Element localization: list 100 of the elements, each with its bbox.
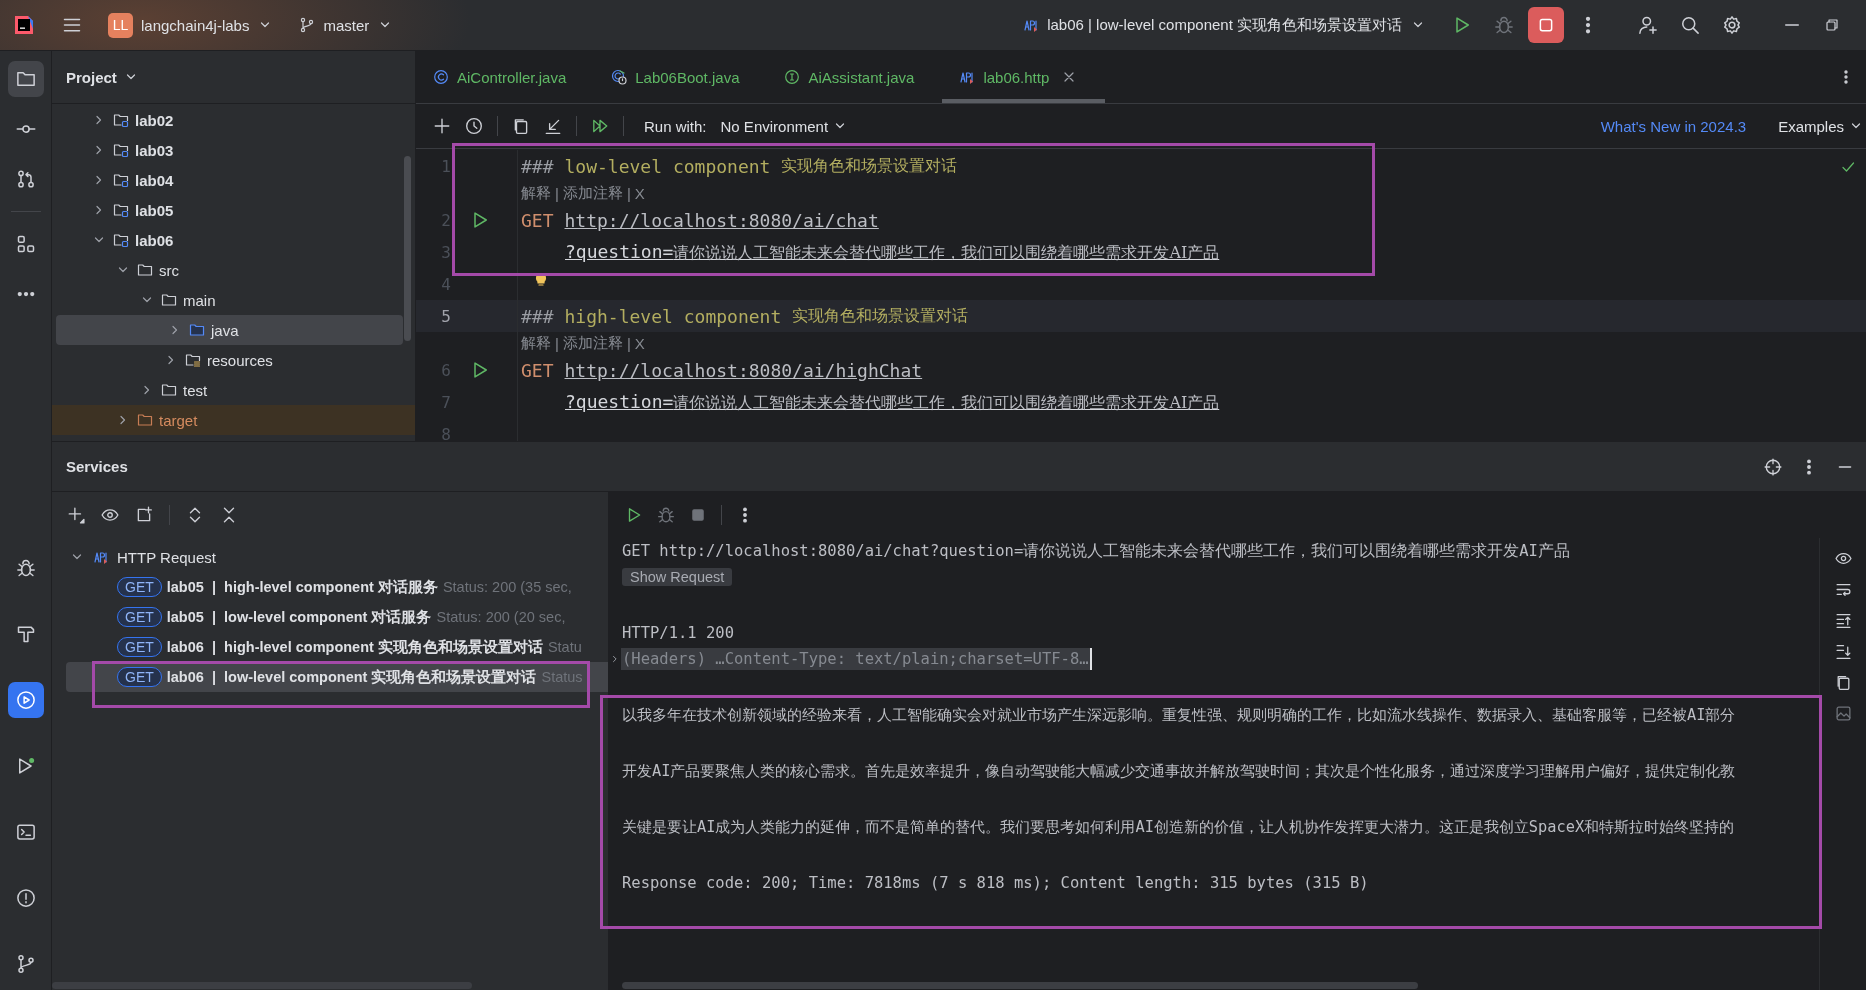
app-logo-icon[interactable] [14,15,34,35]
stop-icon[interactable] [1528,7,1564,43]
run-configuration-selector[interactable]: lab06 | low-level component 实现角色和场景设置对话 [1023,15,1426,35]
folder-icon [113,172,129,188]
folder-icon [113,112,129,128]
folder-icon [113,202,129,218]
branch-selector[interactable]: master [299,16,394,34]
crosshair-icon[interactable] [1764,457,1782,476]
tree-item[interactable]: resources [52,345,401,375]
wrap-icon[interactable] [1834,581,1852,598]
environment-dropdown[interactable]: No Environment [720,117,849,135]
class-icon [611,69,628,85]
inlay-hint-link[interactable]: 添加注释 [562,183,623,203]
scroll-down-icon[interactable] [1834,643,1852,660]
request-title: low-level component [564,155,771,177]
response-text: 开发AI产品要聚焦人类的核心需求。首先是效率提升，像自动驾驶能大幅减少交通事故并解放驾驶时间；其次是个性化服务，通过深度学习理解用户偏好，提供定制化教 [622,760,1737,782]
tree-item[interactable]: lab06 [52,225,401,255]
eye-icon[interactable] [101,506,119,524]
examples-dropdown[interactable]: Examples [1778,117,1864,135]
show-request-button[interactable]: Show Request [622,568,733,586]
check-icon [1840,159,1856,175]
scroll-up-icon[interactable] [1834,612,1852,629]
file-tab[interactable]: lab06.http [942,51,1106,103]
eye-icon[interactable] [1834,550,1852,567]
add-icon[interactable] [67,506,85,524]
file-tab[interactable]: AiController.java [416,51,595,103]
scrollbar[interactable] [404,156,411,341]
add-icon[interactable] [433,117,451,135]
scrollbar[interactable] [52,981,472,989]
method-tag: GET [117,607,162,627]
tree-item[interactable]: test [52,375,401,405]
file-tab[interactable]: AiAssistant.java [767,51,943,103]
inlay-hint-link[interactable]: X [634,184,645,202]
inlay-hint-link[interactable]: X [634,334,645,352]
tree-item[interactable]: lab02 [52,105,401,135]
http-file-icon [1023,17,1040,33]
restore-icon[interactable] [1824,17,1840,33]
comment-marker: ### [521,155,554,177]
inlay-hint-link[interactable]: 解释 [521,183,551,203]
inlay-hint-link[interactable]: 添加注释 [562,333,623,353]
folder-icon [161,292,177,308]
settings-icon[interactable] [1722,15,1742,35]
panel-title: Services [66,458,128,475]
tree-item[interactable]: main [52,285,401,315]
run-with-label: Run with: [644,117,707,135]
url-link[interactable]: http://localhost:8080/ai/highChat [564,359,923,381]
method-tag: GET [117,637,162,657]
tree-item[interactable]: lab05 [52,195,401,225]
method-tag: GET [117,577,162,597]
folder-icon [185,352,201,368]
run-all-icon[interactable] [591,117,609,135]
scrollbar[interactable] [622,981,1418,989]
tree-item[interactable]: target [52,405,415,435]
import-icon[interactable] [544,117,562,135]
response-summary: Response code: 200; Time: 7818ms (7 s 818 ms); Content length: 315 bytes (315 B) [622,873,1370,894]
search-icon[interactable] [1680,15,1700,35]
folder-icon [113,142,129,158]
line-number: 5 [440,306,451,326]
whats-new-link[interactable]: What's New in 2024.3 [1600,117,1747,135]
query-parameter: ?question=请你说说人工智能未来会替代哪些工作，我们可以围绕着哪些需求开发AI产品 [565,240,1220,264]
new-tab-icon[interactable] [135,506,153,524]
class-icon [433,69,449,85]
history-icon[interactable] [465,117,483,135]
interface-icon [784,69,801,85]
tree-item[interactable]: src [52,255,401,285]
request-title: high-level component [564,305,782,327]
http-method: GET [521,359,554,381]
separator-text: | [555,184,559,202]
tree-item[interactable]: HTTP Request [52,542,608,572]
folder-icon [137,412,153,428]
project-view-selector[interactable]: Project [66,68,139,86]
repository-switcher[interactable]: LL langchain4j-labs [108,12,274,38]
comment-marker: ### [521,305,554,327]
url-link[interactable]: http://localhost:8080/ai/chat [564,209,879,231]
folder-icon[interactable] [7,61,44,97]
request-item[interactable]: GET lab05 | low-level component 对话服务 Status: 200 (20 sec, [52,602,608,632]
request-item[interactable]: GET lab06 | high-level component 实现角色和场景设置对话 Statu [52,632,608,662]
add-user-icon[interactable] [1638,15,1658,35]
response-text: 以我多年在技术创新领域的经验来看，人工智能确实会对就业市场产生深远影响。重复性强、规则明确的工作，比如流水线操作、数据录入、基础客服等，已经被AI部分 [622,704,1737,726]
request-item[interactable]: GET lab05 | high-level component 对话服务 Status: 200 (35 sec, [52,572,608,602]
file-tab[interactable]: Lab06Boot.java [594,51,768,103]
folder-icon [161,382,177,398]
image-icon[interactable] [1834,705,1852,722]
request-line: GET http://localhost:8080/ai/chat?question=请你说说人工智能未来会替代哪些工作，我们可以围绕着哪些需求开发AI产品 [622,540,1571,562]
http-method: GET [521,209,554,231]
tree-item[interactable]: lab03 [52,135,401,165]
copy-icon[interactable] [512,117,530,135]
folder-icon [189,322,205,338]
tree-item[interactable]: lab04 [52,165,401,195]
services-icon[interactable] [7,682,44,718]
http-file-icon [959,69,976,85]
query-parameter: ?question=请你说说人工智能未来会替代哪些工作，我们可以围绕着哪些需求开发AI产品 [565,390,1220,414]
inlay-hint-link[interactable]: 解释 [521,333,551,353]
response-text: 关键是要让AI成为人类能力的延伸，而不是简单的替代。我们要思考如何利用AI创造新的价值，让人机协作发挥更大潜力。这正是我创立SpaceX和特斯拉时始终坚持的 [622,816,1736,838]
folder-icon [137,262,153,278]
request-title-note: 实现角色和场景设置对话 [781,155,958,177]
branch-icon [299,17,316,33]
stop-icon[interactable] [689,506,707,524]
separator-text: | [555,334,559,352]
tree-item[interactable]: java [56,315,403,345]
